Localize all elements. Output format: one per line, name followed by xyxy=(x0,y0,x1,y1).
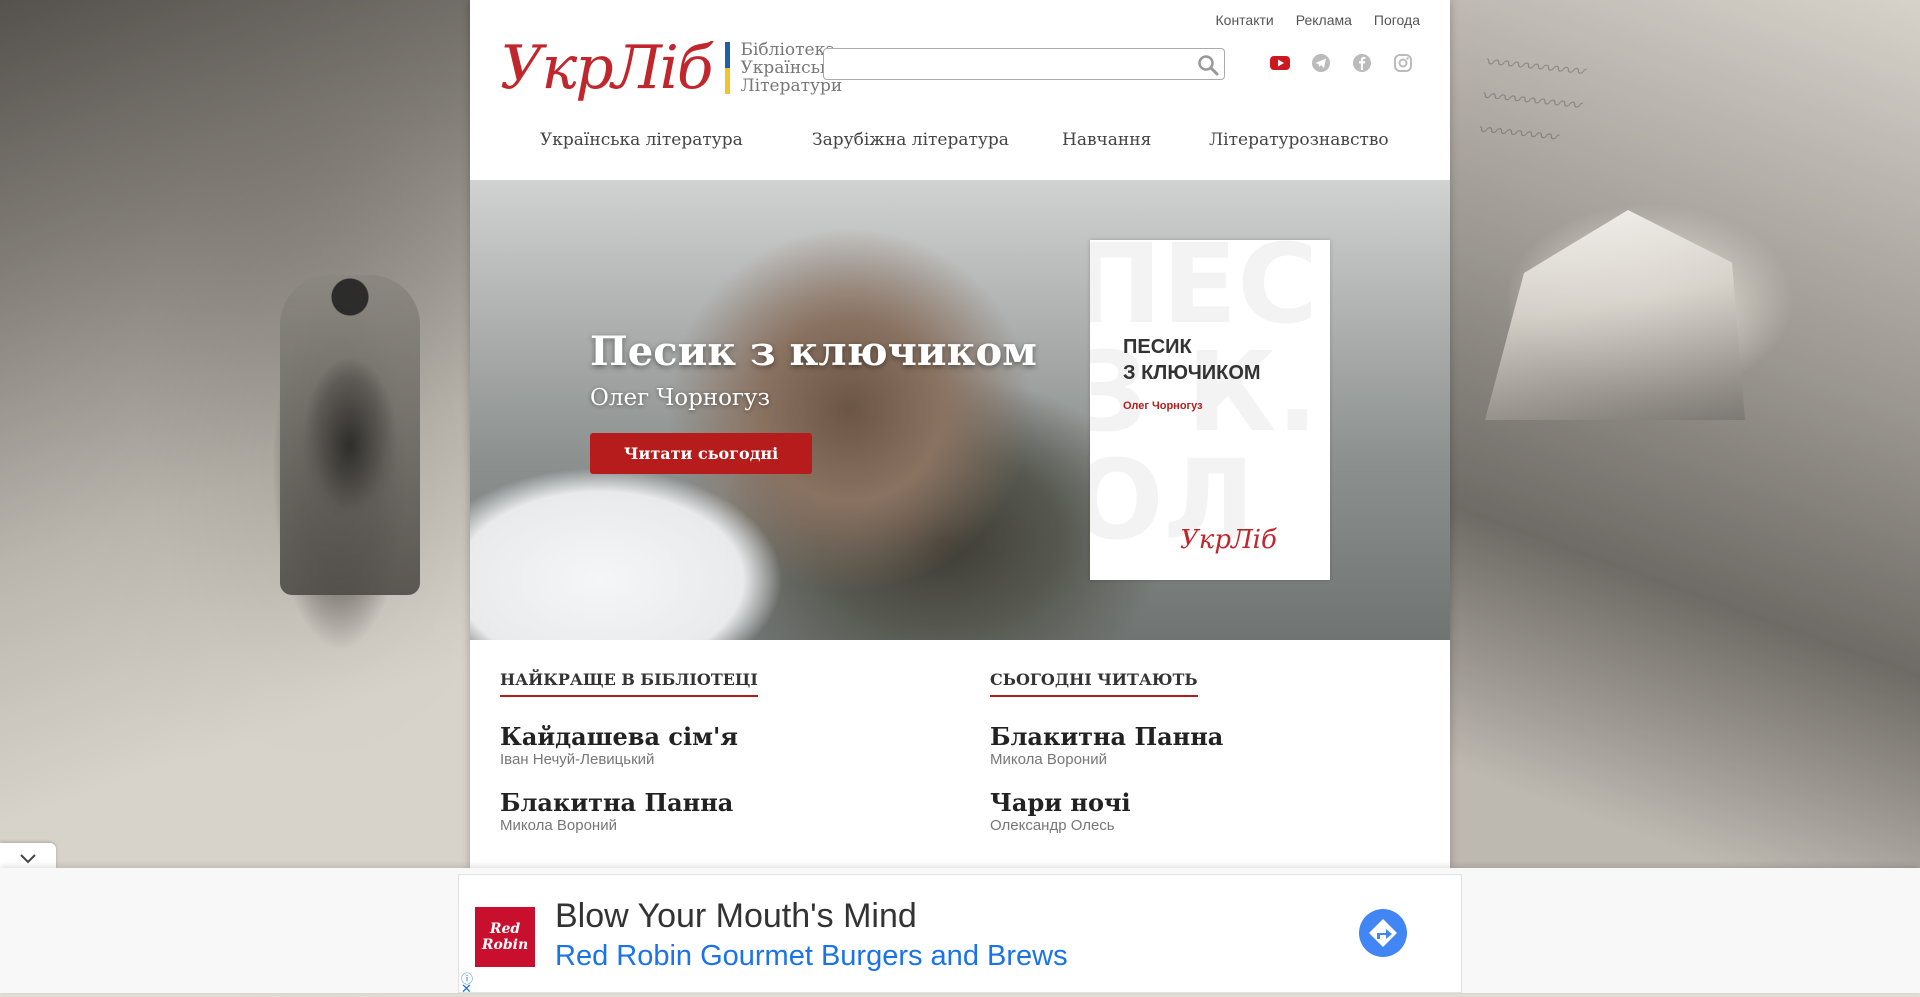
nav-ukrainian-literature[interactable]: Українська література xyxy=(540,130,743,150)
book-author[interactable]: Микола Вороний xyxy=(500,817,940,835)
telegram-icon[interactable] xyxy=(1311,53,1331,73)
list-item[interactable]: Кайдашева сім'я Іван Нечуй-Левицький xyxy=(500,723,940,769)
book-author[interactable]: Іван Нечуй-Левицький xyxy=(500,751,940,769)
cover-author: Олег Чорногуз xyxy=(1123,400,1203,412)
book-author[interactable]: Микола Вороний xyxy=(990,751,1430,769)
background-figure-woman xyxy=(280,275,420,595)
nav-foreign-literature[interactable]: Зарубіжна література xyxy=(812,130,1009,150)
youtube-icon[interactable] xyxy=(1270,53,1290,73)
ad-collapse-toggle[interactable] xyxy=(0,843,56,869)
search-box xyxy=(823,48,1225,80)
search-input[interactable] xyxy=(830,49,1184,79)
nav-literary-studies[interactable]: Літературознавство xyxy=(1209,130,1389,150)
search-icon[interactable] xyxy=(1196,53,1220,77)
book-author[interactable]: Олександр Олесь xyxy=(990,817,1430,835)
book-title[interactable]: Кайдашева сім'я xyxy=(500,723,940,751)
ad-subline[interactable]: Red Robin Gourmet Burgers and Brews xyxy=(555,940,1068,973)
site-header: Контакти Реклама Погода УкрЛіб Бібліотек… xyxy=(470,0,1450,180)
book-title[interactable]: Чари ночі xyxy=(990,789,1430,817)
top-link-contacts[interactable]: Контакти xyxy=(1216,12,1274,28)
site-logo[interactable]: УкрЛіб Бібліотека Української Літератури xyxy=(500,38,846,98)
page-container: Контакти Реклама Погода УкрЛіб Бібліотек… xyxy=(470,0,1450,870)
book-title[interactable]: Блакитна Панна xyxy=(990,723,1430,751)
nav-education[interactable]: Навчання xyxy=(1062,130,1151,150)
hero-title[interactable]: Песик з ключиком xyxy=(590,328,1037,375)
read-today-button[interactable]: Читати сьогодні xyxy=(590,433,812,474)
top-links: Контакти Реклама Погода xyxy=(1216,12,1421,28)
cover-background-letters: ПЕС З К. ОЛ xyxy=(1090,240,1319,564)
ad-banner: Red Robin Blow Your Mouth's Mind Red Rob… xyxy=(0,868,1920,996)
ad-directions-button[interactable] xyxy=(1359,909,1407,957)
cover-logo: УкрЛіб xyxy=(1180,525,1277,555)
list-item[interactable]: Блакитна Панна Микола Вороний xyxy=(990,723,1430,769)
hero-author[interactable]: Олег Чорногуз xyxy=(590,385,770,411)
section-heading-best: НАЙКРАЩЕ В БІБЛІОТЕЦІ xyxy=(500,670,758,697)
hero-banner: Песик з ключиком Олег Чорногуз Читати сь… xyxy=(470,180,1450,640)
book-cover[interactable]: ПЕС З К. ОЛ ПЕСИК З КЛЮЧИКОМ Олег Чорног… xyxy=(1090,240,1330,580)
top-link-ads[interactable]: Реклама xyxy=(1296,12,1352,28)
cover-title: ПЕСИК З КЛЮЧИКОМ xyxy=(1123,336,1261,384)
ad-close-icon[interactable]: ✕ xyxy=(461,981,472,997)
section-heading-today: СЬОГОДНІ ЧИТАЮТЬ xyxy=(990,670,1198,697)
chevron-down-icon xyxy=(20,848,36,869)
logo-mark: УкрЛіб xyxy=(500,33,713,103)
best-in-library: НАЙКРАЩЕ В БІБЛІОТЕЦІ Кайдашева сім'я Ів… xyxy=(500,670,940,835)
facebook-icon[interactable] xyxy=(1352,53,1372,73)
logo-flag-bar xyxy=(725,42,731,94)
instagram-icon[interactable] xyxy=(1393,53,1413,73)
social-links xyxy=(1270,53,1413,73)
reading-today: СЬОГОДНІ ЧИТАЮТЬ Блакитна Панна Микола В… xyxy=(990,670,1430,835)
top-link-weather[interactable]: Погода xyxy=(1374,12,1420,28)
ad-headline[interactable]: Blow Your Mouth's Mind xyxy=(555,897,917,936)
list-item[interactable]: Блакитна Панна Микола Вороний xyxy=(500,789,940,835)
directions-icon xyxy=(1369,919,1397,947)
ad-content[interactable]: Red Robin Blow Your Mouth's Mind Red Rob… xyxy=(458,874,1462,996)
book-title[interactable]: Блакитна Панна xyxy=(500,789,940,817)
list-item[interactable]: Чари ночі Олександр Олесь xyxy=(990,789,1430,835)
logo-text-line1: Бібліотека xyxy=(740,40,836,60)
ad-brand-logo[interactable]: Red Robin xyxy=(475,907,535,967)
